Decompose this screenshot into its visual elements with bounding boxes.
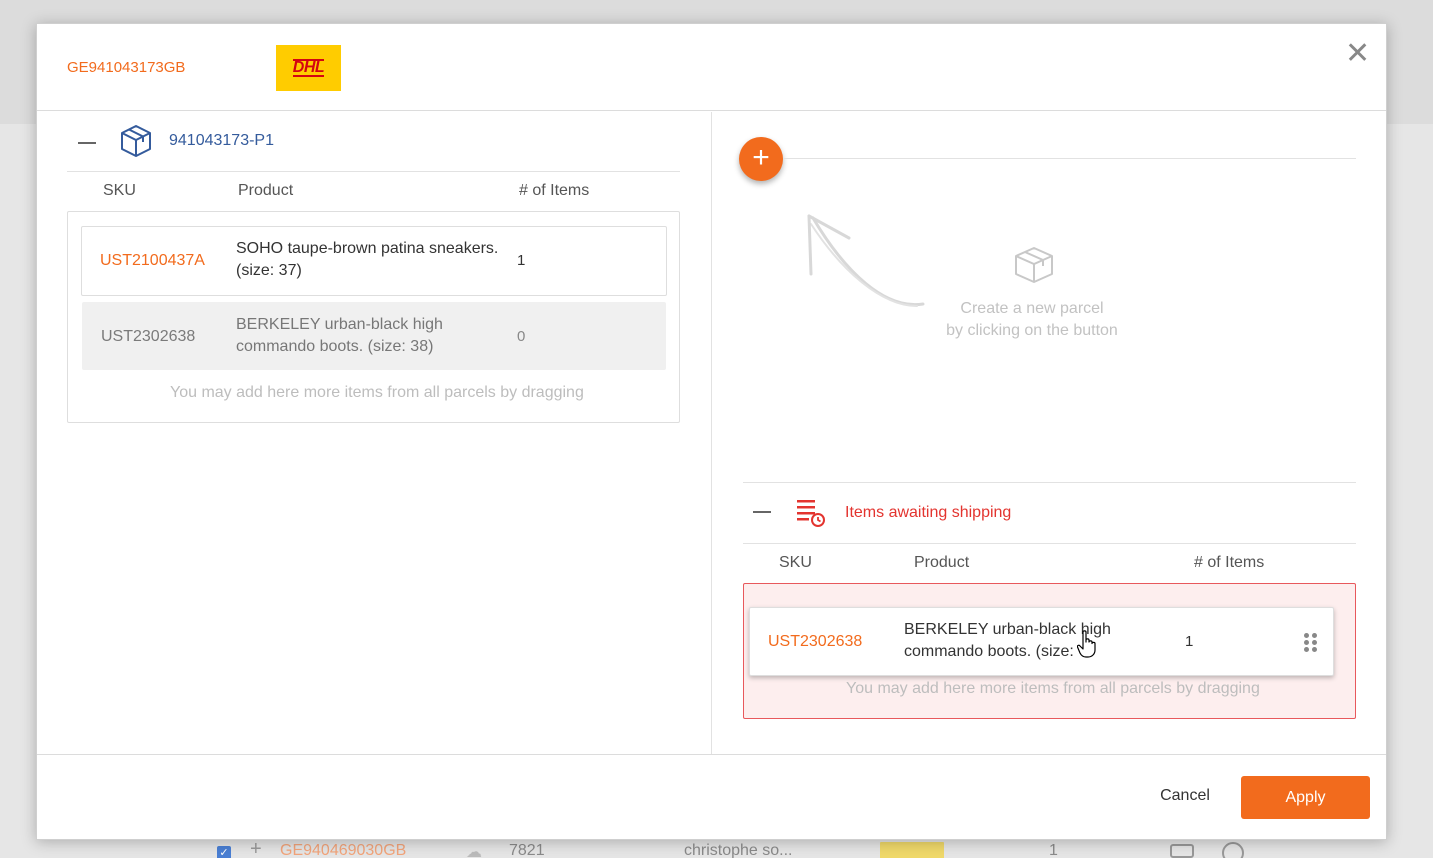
row-quantity: 1 bbox=[1049, 842, 1058, 858]
row-tracking-number[interactable]: GE940469030GB bbox=[280, 842, 406, 858]
sku-column-header: SKU bbox=[103, 182, 136, 199]
item-product-size: commando boots. (size: 38) bbox=[236, 338, 434, 355]
product-column-header: Product bbox=[914, 554, 970, 571]
parcel-header: 941043173-P1 bbox=[67, 112, 680, 172]
collapse-awaiting-button[interactable] bbox=[753, 511, 771, 513]
item-product: BERKELEY urban-black high commando boots… bbox=[236, 314, 516, 358]
add-parcel-button[interactable]: + bbox=[739, 137, 783, 181]
modal-footer: Cancel Apply bbox=[37, 754, 1386, 840]
background-shipment-row: ✓ + GE940469030GB ☁ 7821 christophe so..… bbox=[0, 838, 1433, 858]
drop-hint: You may add here more items from all par… bbox=[846, 680, 1260, 697]
package-icon bbox=[121, 125, 151, 157]
product-column-header: Product bbox=[238, 182, 294, 199]
item-quantity: 0 bbox=[517, 328, 526, 345]
item-sku[interactable]: UST2302638 bbox=[768, 633, 862, 651]
item-sku[interactable]: UST2302638 bbox=[101, 328, 195, 346]
parcel-item-row[interactable]: UST2100437A SOHO taupe-brown patina snea… bbox=[81, 226, 667, 296]
drop-hint: You may add here more items from all par… bbox=[170, 384, 584, 401]
row-order-number: 7821 bbox=[509, 842, 545, 858]
column-divider bbox=[711, 112, 712, 754]
parcel-id[interactable]: 941043173-P1 bbox=[169, 132, 274, 150]
parcel-item-row-empty[interactable]: UST2302638 BERKELEY urban-black high com… bbox=[82, 302, 666, 370]
item-quantity: 1 bbox=[517, 252, 526, 269]
cloud-upload-icon: ☁ bbox=[466, 844, 482, 858]
awaiting-list-icon bbox=[797, 500, 825, 527]
edit-parcels-modal: GE941043173GB DHL ✕ 941043173-P1 SKU Pro… bbox=[36, 23, 1387, 840]
info-icon[interactable] bbox=[1222, 842, 1244, 858]
sku-column-header: SKU bbox=[779, 554, 812, 571]
item-product-size: commando boots. (size: bbox=[904, 643, 1074, 660]
empty-message-line2: by clicking on the button bbox=[946, 322, 1118, 339]
empty-parcel-message: Create a new parcel by clicking on the b… bbox=[897, 298, 1167, 342]
item-quantity: 1 bbox=[1185, 633, 1194, 650]
row-carrier-logo bbox=[880, 842, 944, 858]
close-icon[interactable]: ✕ bbox=[1345, 39, 1370, 69]
items-column-header: # of Items bbox=[519, 182, 590, 199]
parcel-drop-area[interactable]: UST2100437A SOHO taupe-brown patina snea… bbox=[67, 211, 680, 423]
cancel-button[interactable]: Cancel bbox=[1149, 787, 1221, 807]
awaiting-shipping-title[interactable]: Items awaiting shipping bbox=[845, 504, 1011, 522]
item-product-size: (size: 37) bbox=[236, 262, 302, 279]
awaiting-item-row[interactable]: UST2302638 BERKELEY urban-black high com… bbox=[749, 607, 1334, 676]
collapse-parcel-button[interactable] bbox=[78, 142, 96, 144]
row-checkbox[interactable]: ✓ bbox=[217, 846, 231, 858]
tracking-number: GE941043173GB bbox=[67, 59, 186, 76]
drag-handle-icon[interactable] bbox=[1304, 633, 1317, 652]
item-product: SOHO taupe-brown patina sneakers. (size:… bbox=[236, 238, 516, 282]
awaiting-shipping-header: Items awaiting shipping bbox=[743, 482, 1356, 544]
item-product: BERKELEY urban-black high commando boots… bbox=[904, 619, 1184, 663]
item-product-name: SOHO taupe-brown patina sneakers. bbox=[236, 240, 499, 257]
expand-icon[interactable]: + bbox=[250, 838, 262, 858]
print-icon[interactable] bbox=[1170, 844, 1194, 858]
pointer-hand-cursor-icon bbox=[1077, 630, 1096, 658]
modal-header: GE941043173GB DHL ✕ bbox=[37, 24, 1386, 111]
dhl-logo: DHL bbox=[276, 45, 341, 91]
row-customer: christophe so... bbox=[684, 842, 793, 858]
apply-button[interactable]: Apply bbox=[1241, 776, 1370, 819]
empty-package-icon bbox=[1015, 247, 1053, 283]
dhl-logo-text: DHL bbox=[292, 59, 325, 77]
hand-drawn-arrow-icon bbox=[807, 214, 925, 307]
empty-message-line1: Create a new parcel bbox=[960, 300, 1104, 317]
awaiting-drop-area[interactable]: UST2302638 BERKELEY urban-black high com… bbox=[743, 583, 1356, 719]
divider bbox=[783, 158, 1356, 159]
item-sku[interactable]: UST2100437A bbox=[100, 252, 205, 270]
items-column-header: # of Items bbox=[1194, 554, 1265, 571]
item-product-name: BERKELEY urban-black high bbox=[236, 316, 443, 333]
